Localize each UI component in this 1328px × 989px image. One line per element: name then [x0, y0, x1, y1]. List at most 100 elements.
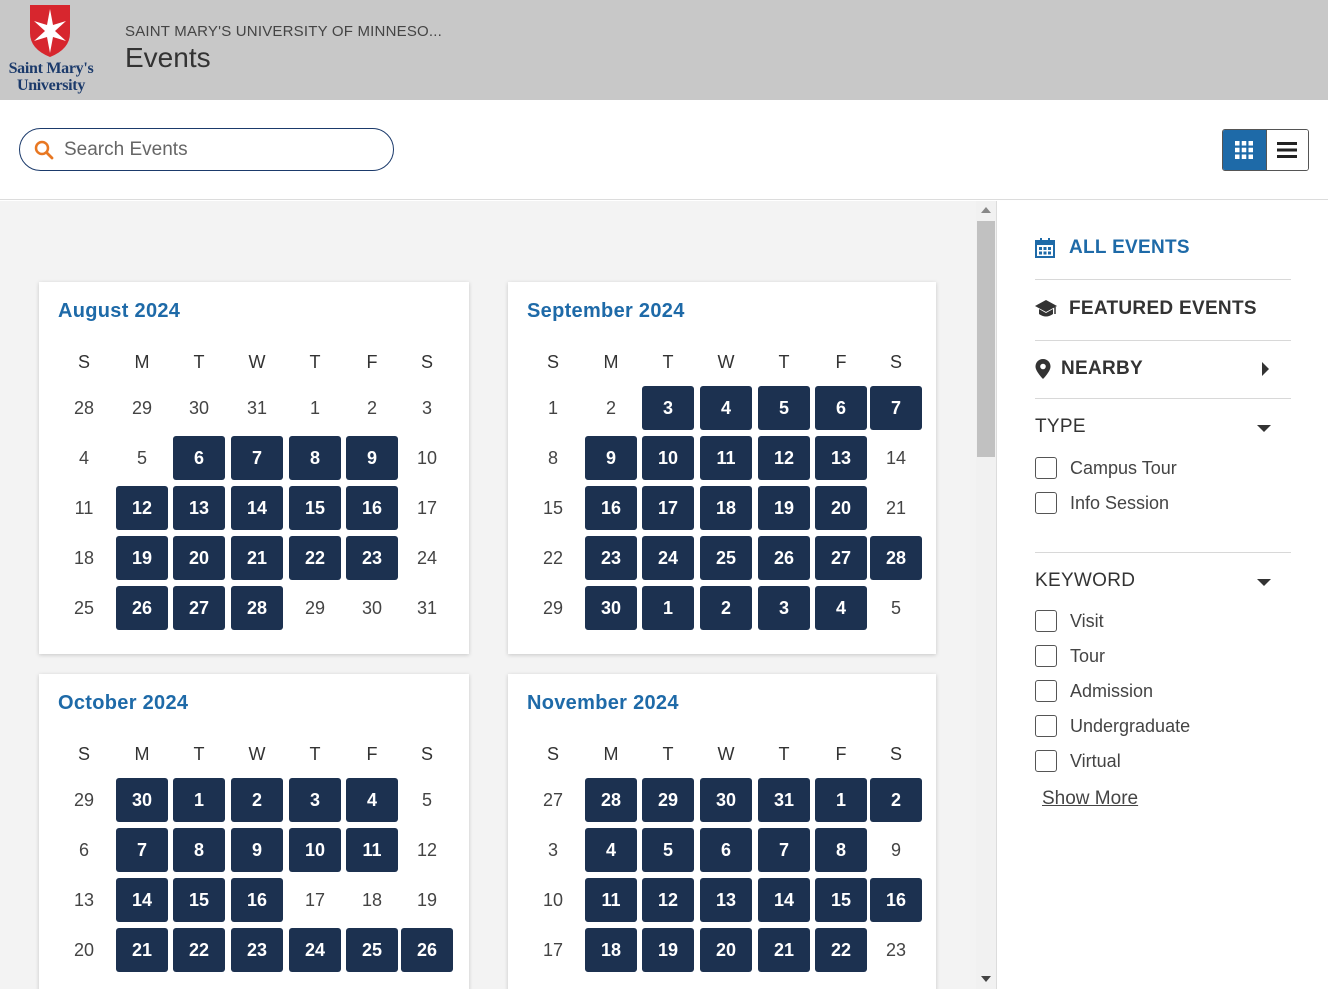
calendar-day-with-events[interactable]: 19	[116, 536, 168, 580]
calendar-day-with-events[interactable]: 2	[870, 778, 922, 822]
calendar-day-with-events[interactable]: 28	[231, 586, 283, 630]
calendar-day-with-events[interactable]: 24	[289, 928, 341, 972]
scroll-up-arrow-icon[interactable]	[981, 207, 991, 213]
keyword-option-virtual[interactable]: Virtual	[1035, 750, 1121, 772]
calendar-day-with-events[interactable]: 2	[231, 778, 283, 822]
calendar-day-with-events[interactable]: 5	[758, 386, 810, 430]
calendar-day-with-events[interactable]: 9	[346, 436, 398, 480]
calendar-day-with-events[interactable]: 28	[585, 778, 637, 822]
calendar-day-with-events[interactable]: 12	[758, 436, 810, 480]
calendar-day-with-events[interactable]: 29	[642, 778, 694, 822]
calendar-day-with-events[interactable]: 30	[116, 778, 168, 822]
show-more-link[interactable]: Show More	[1042, 788, 1138, 810]
calendar-day-with-events[interactable]: 1	[173, 778, 225, 822]
keyword-filter-heading[interactable]: KEYWORD	[1035, 570, 1291, 592]
calendar-day-with-events[interactable]: 25	[700, 536, 752, 580]
scroll-down-arrow-icon[interactable]	[981, 976, 991, 982]
calendar-day-with-events[interactable]: 1	[642, 586, 694, 630]
calendar-day-with-events[interactable]: 3	[758, 586, 810, 630]
calendar-day-with-events[interactable]: 21	[758, 928, 810, 972]
calendar-day-with-events[interactable]: 21	[116, 928, 168, 972]
calendar-day-with-events[interactable]: 23	[346, 536, 398, 580]
featured-events-link[interactable]: FEATURED EVENTS	[1035, 298, 1291, 320]
calendar-day-with-events[interactable]: 16	[870, 878, 922, 922]
nearby-filter[interactable]: NEARBY	[1035, 358, 1291, 380]
calendar-day-with-events[interactable]: 24	[642, 536, 694, 580]
calendar-day-with-events[interactable]: 11	[700, 436, 752, 480]
calendar-day-with-events[interactable]: 20	[815, 486, 867, 530]
calendar-day-with-events[interactable]: 16	[585, 486, 637, 530]
calendar-day-with-events[interactable]: 8	[173, 828, 225, 872]
calendar-day-with-events[interactable]: 6	[700, 828, 752, 872]
checkbox[interactable]	[1035, 610, 1057, 632]
calendar-day-with-events[interactable]: 27	[815, 536, 867, 580]
calendar-day-with-events[interactable]: 11	[346, 828, 398, 872]
calendar-day-with-events[interactable]: 26	[116, 586, 168, 630]
calendar-day-with-events[interactable]: 5	[642, 828, 694, 872]
calendar-day-with-events[interactable]: 28	[870, 536, 922, 580]
checkbox[interactable]	[1035, 645, 1057, 667]
calendar-day-with-events[interactable]: 31	[758, 778, 810, 822]
calendar-day-with-events[interactable]: 14	[116, 878, 168, 922]
search-box[interactable]	[19, 128, 394, 171]
calendar-day-with-events[interactable]: 6	[815, 386, 867, 430]
calendar-day-with-events[interactable]: 23	[231, 928, 283, 972]
calendar-day-with-events[interactable]: 12	[642, 878, 694, 922]
calendar-day-with-events[interactable]: 7	[870, 386, 922, 430]
calendar-day-with-events[interactable]: 26	[401, 928, 453, 972]
scroll-thumb[interactable]	[977, 221, 995, 457]
calendar-day-with-events[interactable]: 20	[700, 928, 752, 972]
calendar-day-with-events[interactable]: 13	[173, 486, 225, 530]
calendar-day-with-events[interactable]: 4	[700, 386, 752, 430]
calendar-day-with-events[interactable]: 2	[700, 586, 752, 630]
checkbox[interactable]	[1035, 492, 1057, 514]
calendar-day-with-events[interactable]: 9	[585, 436, 637, 480]
calendar-day-with-events[interactable]: 15	[173, 878, 225, 922]
type-option-info-session[interactable]: Info Session	[1035, 492, 1169, 514]
calendar-day-with-events[interactable]: 25	[346, 928, 398, 972]
calendar-day-with-events[interactable]: 3	[289, 778, 341, 822]
calendar-day-with-events[interactable]: 26	[758, 536, 810, 580]
checkbox[interactable]	[1035, 750, 1057, 772]
calendar-day-with-events[interactable]: 11	[585, 878, 637, 922]
calendar-day-with-events[interactable]: 14	[758, 878, 810, 922]
university-logo[interactable]: Saint Mary's University	[0, 0, 100, 100]
calendar-day-with-events[interactable]: 15	[289, 486, 341, 530]
calendar-day-with-events[interactable]: 13	[700, 878, 752, 922]
grid-view-button[interactable]	[1223, 130, 1266, 170]
calendar-day-with-events[interactable]: 7	[758, 828, 810, 872]
calendar-day-with-events[interactable]: 1	[815, 778, 867, 822]
calendar-day-with-events[interactable]: 4	[346, 778, 398, 822]
calendar-day-with-events[interactable]: 19	[758, 486, 810, 530]
all-events-link[interactable]: ALL EVENTS	[1035, 237, 1291, 259]
calendar-day-with-events[interactable]: 7	[116, 828, 168, 872]
calendar-day-with-events[interactable]: 14	[231, 486, 283, 530]
calendar-day-with-events[interactable]: 20	[173, 536, 225, 580]
keyword-option-undergraduate[interactable]: Undergraduate	[1035, 715, 1190, 737]
calendar-day-with-events[interactable]: 19	[642, 928, 694, 972]
calendar-day-with-events[interactable]: 16	[346, 486, 398, 530]
calendar-day-with-events[interactable]: 4	[815, 586, 867, 630]
calendar-day-with-events[interactable]: 8	[815, 828, 867, 872]
checkbox[interactable]	[1035, 715, 1057, 737]
calendar-day-with-events[interactable]: 16	[231, 878, 283, 922]
type-option-campus-tour[interactable]: Campus Tour	[1035, 457, 1177, 479]
calendar-day-with-events[interactable]: 7	[231, 436, 283, 480]
list-view-button[interactable]	[1265, 130, 1308, 170]
calendar-day-with-events[interactable]: 12	[116, 486, 168, 530]
scrollbar[interactable]	[976, 201, 996, 989]
calendar-day-with-events[interactable]: 30	[585, 586, 637, 630]
keyword-option-admission[interactable]: Admission	[1035, 680, 1153, 702]
calendar-day-with-events[interactable]: 3	[642, 386, 694, 430]
calendar-day-with-events[interactable]: 10	[289, 828, 341, 872]
calendar-day-with-events[interactable]: 23	[585, 536, 637, 580]
calendar-day-with-events[interactable]: 22	[173, 928, 225, 972]
calendar-day-with-events[interactable]: 6	[173, 436, 225, 480]
calendar-day-with-events[interactable]: 18	[700, 486, 752, 530]
calendar-day-with-events[interactable]: 22	[815, 928, 867, 972]
calendar-day-with-events[interactable]: 21	[231, 536, 283, 580]
calendar-day-with-events[interactable]: 18	[585, 928, 637, 972]
calendar-day-with-events[interactable]: 30	[700, 778, 752, 822]
calendar-day-with-events[interactable]: 17	[642, 486, 694, 530]
calendar-day-with-events[interactable]: 13	[815, 436, 867, 480]
